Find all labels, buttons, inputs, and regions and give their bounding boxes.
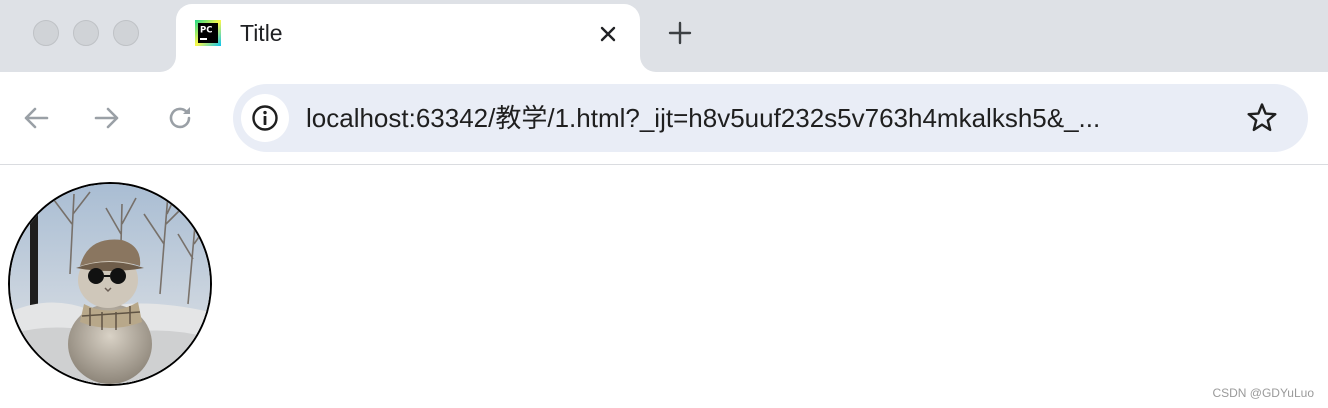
tab-strip: PC Title bbox=[0, 0, 1328, 72]
arrow-right-icon bbox=[94, 107, 119, 129]
avatar bbox=[8, 182, 212, 386]
cat-photo bbox=[10, 184, 210, 384]
page-content: CSDN @GDYuLuo bbox=[0, 165, 1328, 408]
watermark: CSDN @GDYuLuo bbox=[1212, 386, 1314, 400]
minimize-window-button[interactable] bbox=[73, 20, 99, 46]
star-icon bbox=[1247, 103, 1277, 132]
site-info-button[interactable] bbox=[241, 94, 289, 142]
bookmark-button[interactable] bbox=[1244, 100, 1280, 136]
reload-button[interactable] bbox=[162, 100, 198, 136]
toolbar: localhost:63342/教学/1.html?_ijt=h8v5uuf23… bbox=[0, 72, 1328, 165]
svg-text:PC: PC bbox=[200, 26, 212, 36]
reload-icon bbox=[169, 107, 191, 129]
address-bar[interactable]: localhost:63342/教学/1.html?_ijt=h8v5uuf23… bbox=[233, 84, 1308, 152]
tab-title: Title bbox=[240, 20, 283, 46]
browser-window: PC Title localhost:63342/教学/1.html?_ijt=… bbox=[0, 0, 1328, 408]
back-button[interactable] bbox=[18, 100, 54, 136]
new-tab-button[interactable] bbox=[664, 17, 696, 49]
maximize-window-button[interactable] bbox=[113, 20, 139, 46]
plus-icon bbox=[668, 21, 692, 45]
arrow-left-icon bbox=[24, 107, 49, 129]
close-icon bbox=[600, 26, 616, 42]
url-text[interactable]: localhost:63342/教学/1.html?_ijt=h8v5uuf23… bbox=[306, 103, 1228, 133]
info-icon bbox=[252, 105, 278, 131]
close-window-button[interactable] bbox=[33, 20, 59, 46]
tab-active[interactable]: PC Title bbox=[176, 4, 640, 72]
tab-close-button[interactable] bbox=[594, 20, 622, 48]
forward-button[interactable] bbox=[89, 100, 125, 136]
pycharm-icon: PC bbox=[195, 20, 221, 46]
